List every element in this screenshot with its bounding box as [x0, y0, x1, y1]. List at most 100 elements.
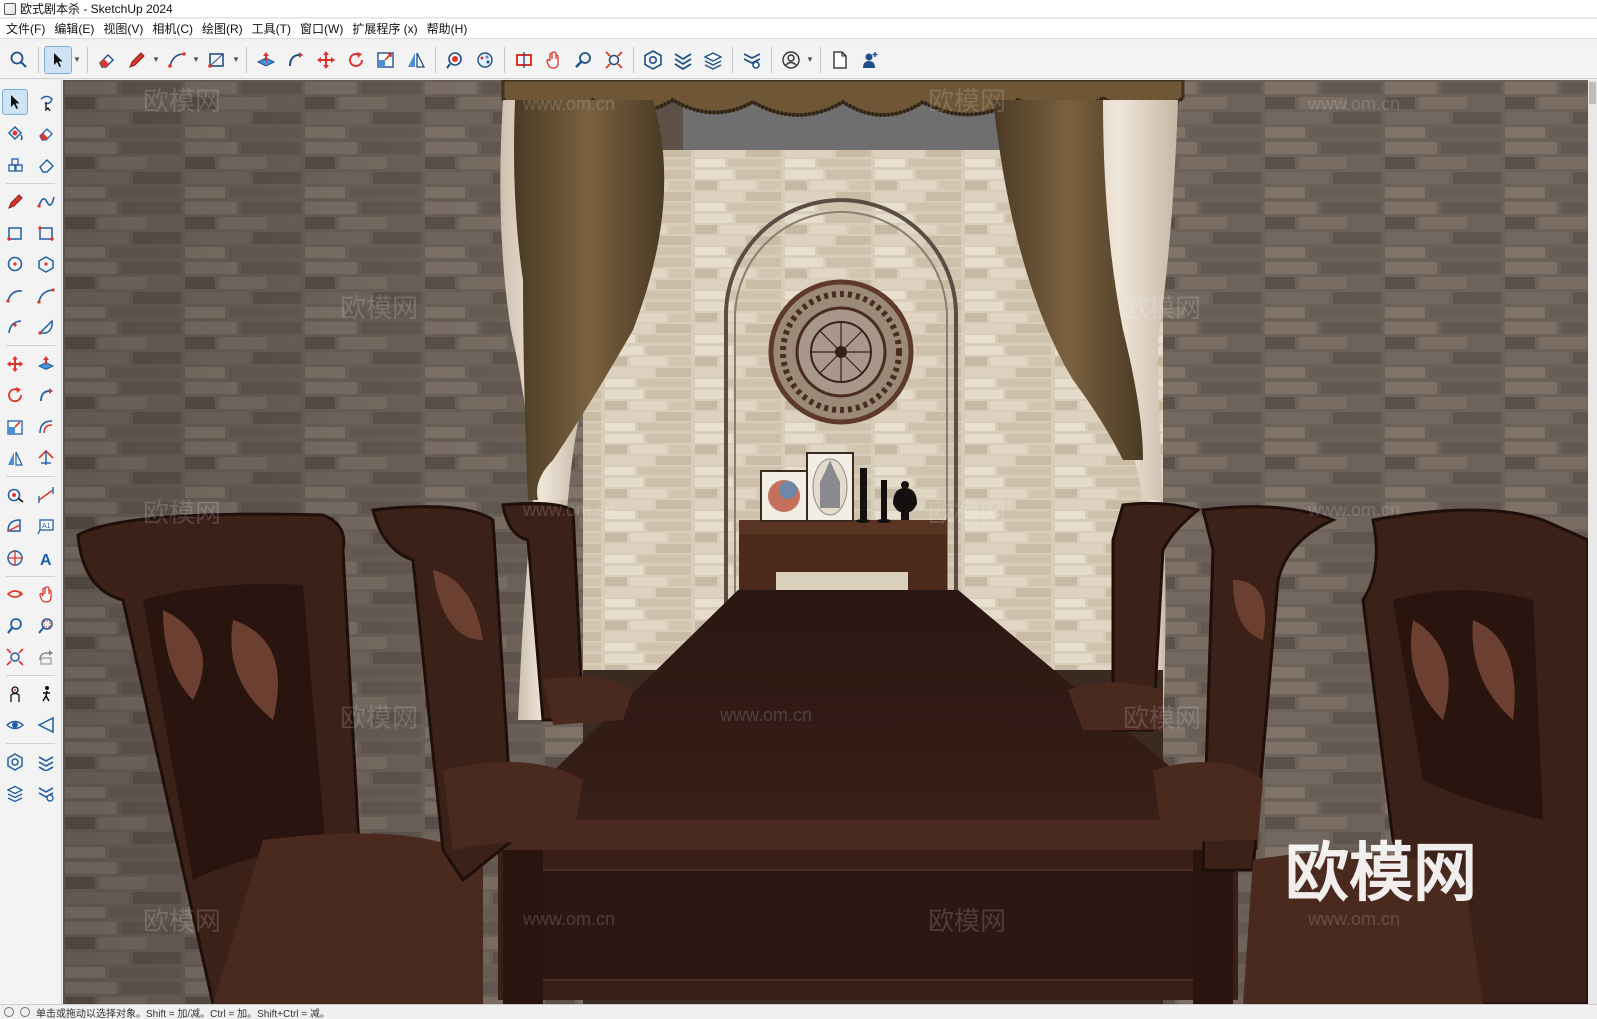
- extension-settings-icon[interactable]: [33, 780, 59, 806]
- flip-icon[interactable]: [402, 46, 430, 74]
- mirror-icon[interactable]: [33, 445, 59, 471]
- select-arrow-icon[interactable]: [44, 45, 72, 74]
- 3d-text-icon[interactable]: A: [33, 545, 59, 571]
- paint-bucket-icon[interactable]: [2, 120, 28, 146]
- pan-icon[interactable]: [33, 581, 59, 607]
- info-icon[interactable]: [4, 1007, 14, 1017]
- warehouse-icon[interactable]: [639, 46, 667, 74]
- watermark-text: 欧模网: [928, 86, 1006, 116]
- lasso-icon[interactable]: [33, 89, 59, 115]
- push-pull-icon[interactable]: [252, 46, 280, 74]
- menu-camera[interactable]: 相机(C): [150, 20, 200, 37]
- follow-me-icon[interactable]: [33, 382, 59, 408]
- pie-icon[interactable]: [33, 314, 59, 340]
- two-point-arc-icon[interactable]: [33, 283, 59, 309]
- watermark-url: www.om.cn: [1307, 94, 1400, 114]
- drawing-viewport[interactable]: 欧模网 www.om.cn 欧模网 www.om.cn 欧模网 欧模网 欧模网 …: [63, 80, 1588, 1004]
- scale-icon[interactable]: [372, 46, 400, 74]
- rotate-icon[interactable]: [342, 46, 370, 74]
- tool-row: [0, 312, 61, 344]
- pencil-icon[interactable]: [123, 46, 151, 74]
- tag-eraser-icon[interactable]: [33, 152, 59, 178]
- layers-icon[interactable]: [699, 46, 727, 74]
- menu-extensions[interactable]: 扩展程序 (x): [350, 20, 424, 37]
- menu-draw[interactable]: 绘图(R): [200, 20, 250, 37]
- tool-row: [0, 118, 61, 150]
- tool-row: [0, 610, 61, 642]
- section-plane-icon[interactable]: [510, 46, 538, 74]
- move-icon[interactable]: [2, 351, 28, 377]
- menu-help[interactable]: 帮助(H): [425, 20, 475, 37]
- rotated-rectangle-icon[interactable]: [33, 220, 59, 246]
- text-label-icon[interactable]: A1: [33, 513, 59, 539]
- scale-icon[interactable]: [2, 414, 28, 440]
- eraser-icon[interactable]: [33, 120, 59, 146]
- search-icon[interactable]: [5, 46, 33, 74]
- zoom-window-icon[interactable]: [33, 613, 59, 639]
- orbit-icon[interactable]: [540, 46, 568, 74]
- move-icon[interactable]: [312, 46, 340, 74]
- arc-icon[interactable]: [2, 283, 28, 309]
- polygon-icon[interactable]: [33, 251, 59, 277]
- dimension-icon[interactable]: [33, 482, 59, 508]
- rotate-icon[interactable]: [2, 382, 28, 408]
- watermark-url: www.om.cn: [719, 705, 812, 725]
- zoom-icon[interactable]: [2, 613, 28, 639]
- chevron-down-icon[interactable]: ▼: [152, 55, 160, 64]
- rectangle-icon[interactable]: [203, 46, 231, 74]
- chevron-down-icon[interactable]: ▼: [806, 55, 814, 64]
- toolbar-divider: [6, 575, 55, 577]
- component-icon[interactable]: [2, 152, 28, 178]
- extension-warehouse-icon[interactable]: [669, 46, 697, 74]
- large-tool-set: A1 A: [0, 80, 62, 1004]
- menu-window[interactable]: 窗口(W): [298, 20, 350, 37]
- chevron-down-icon[interactable]: ▼: [232, 55, 240, 64]
- vertical-scrollbar[interactable]: [1588, 80, 1597, 1004]
- tool-row: [0, 443, 61, 475]
- zoom-extents-icon[interactable]: [2, 644, 28, 670]
- add-user-icon[interactable]: [856, 46, 884, 74]
- account-icon[interactable]: [777, 46, 805, 74]
- paint-icon[interactable]: [441, 46, 469, 74]
- axes-icon[interactable]: [2, 545, 28, 571]
- zoom-extents-icon[interactable]: [600, 46, 628, 74]
- layers-icon[interactable]: [2, 780, 28, 806]
- menu-file[interactable]: 文件(F): [4, 20, 52, 37]
- watermark-text: 欧模网: [928, 498, 1006, 528]
- chevron-down-icon[interactable]: ▼: [73, 55, 81, 64]
- toolbar-divider: [6, 476, 55, 477]
- menu-edit[interactable]: 编辑(E): [52, 20, 101, 37]
- three-point-arc-icon[interactable]: [2, 314, 28, 340]
- flip-icon[interactable]: [2, 445, 28, 471]
- help-icon[interactable]: [20, 1007, 30, 1017]
- position-camera-icon[interactable]: [2, 681, 28, 707]
- circle-icon[interactable]: [2, 251, 28, 277]
- materials-icon[interactable]: [471, 46, 499, 74]
- section-icon[interactable]: [33, 712, 59, 738]
- select-icon[interactable]: [2, 88, 29, 115]
- pencil-icon[interactable]: [2, 188, 28, 214]
- follow-me-icon[interactable]: [282, 46, 310, 74]
- warehouse-icon[interactable]: [2, 749, 28, 775]
- rectangle-icon[interactable]: [2, 220, 28, 246]
- menu-tools[interactable]: 工具(T): [250, 20, 298, 37]
- offset-icon[interactable]: [33, 414, 59, 440]
- extension-icon[interactable]: [33, 749, 59, 775]
- protractor-icon[interactable]: [2, 513, 28, 539]
- previous-view-icon[interactable]: [33, 644, 59, 670]
- freehand-icon[interactable]: [33, 188, 59, 214]
- new-file-icon[interactable]: [826, 46, 854, 74]
- orbit-icon[interactable]: [2, 581, 28, 607]
- chevron-down-icon[interactable]: ▼: [192, 55, 200, 64]
- svg-text:A: A: [40, 552, 52, 567]
- zoom-icon[interactable]: [570, 46, 598, 74]
- tape-measure-icon[interactable]: [2, 482, 28, 508]
- eraser-icon[interactable]: [93, 46, 121, 74]
- settings-icon[interactable]: [738, 46, 766, 74]
- walk-icon[interactable]: [33, 681, 59, 707]
- push-pull-icon[interactable]: [33, 351, 59, 377]
- look-around-icon[interactable]: [2, 712, 28, 738]
- watermark-text: 欧模网: [143, 906, 221, 936]
- menu-view[interactable]: 视图(V): [101, 20, 150, 37]
- line-icon[interactable]: [163, 46, 191, 74]
